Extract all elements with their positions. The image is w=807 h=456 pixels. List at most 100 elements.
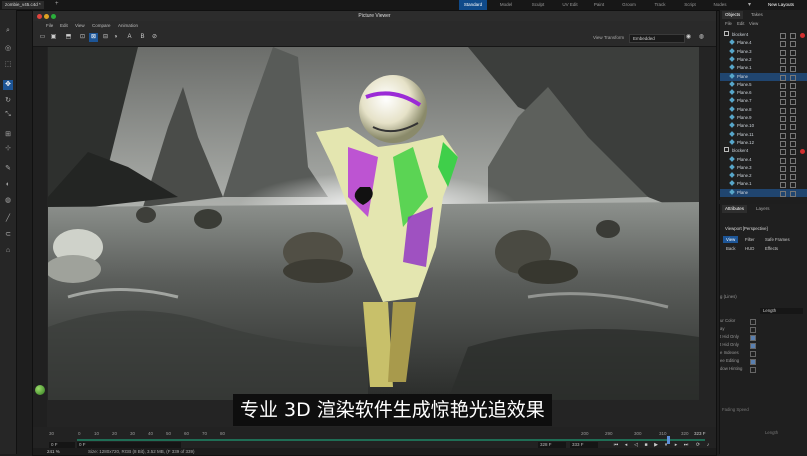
lock-icon[interactable]: ⌂	[3, 246, 13, 256]
object-row[interactable]: Plane.5	[720, 80, 807, 89]
tab-layers[interactable]: Layers	[753, 205, 773, 213]
visibility-toggle[interactable]	[780, 82, 786, 89]
enable-checkbox[interactable]	[790, 66, 796, 73]
visibility-toggle[interactable]	[780, 99, 786, 106]
timeline-track[interactable]	[77, 439, 705, 441]
layout-tab-track[interactable]: Track	[648, 0, 672, 10]
safe-frames-tab[interactable]: Safe Frames	[762, 236, 793, 243]
enable-checkbox[interactable]	[790, 99, 796, 106]
enable-checkbox[interactable]	[790, 165, 796, 172]
object-row[interactable]: Plane.4	[720, 39, 807, 48]
layout-tab-sculpt[interactable]: Sculpt	[526, 0, 550, 10]
enable-checkbox[interactable]	[790, 49, 796, 56]
timeline-start-field[interactable]: 30	[49, 431, 54, 436]
visibility-toggle[interactable]	[780, 157, 786, 164]
timeline-end-field[interactable]: 323 F	[694, 431, 706, 436]
object-row[interactable]: Plane.2	[720, 172, 807, 181]
visibility-toggle[interactable]	[780, 116, 786, 122]
object-row[interactable]: Plane.1	[720, 64, 807, 73]
rendered-image[interactable]	[48, 47, 699, 400]
object-row[interactable]: Plane.8	[720, 105, 807, 114]
zoom-region-icon[interactable]: ⊠	[89, 33, 98, 42]
visibility-toggle[interactable]	[780, 107, 786, 114]
object-row[interactable]: Plane.3	[720, 47, 807, 56]
enable-checkbox[interactable]	[790, 41, 796, 48]
material-icon[interactable]: ◍	[3, 196, 13, 206]
visibility-toggle[interactable]	[780, 182, 786, 189]
menu-file[interactable]: File	[46, 21, 53, 30]
enable-checkbox[interactable]	[790, 190, 796, 197]
document-tab[interactable]: zombie_v45.c4d *	[2, 1, 44, 9]
camera-icon[interactable]: ◉	[684, 33, 693, 42]
visibility-toggle[interactable]	[780, 132, 786, 139]
enable-checkbox[interactable]	[790, 107, 796, 114]
close-window-icon[interactable]	[37, 14, 42, 19]
tab-takes[interactable]: Takes	[748, 11, 766, 19]
visibility-toggle[interactable]	[780, 174, 786, 181]
menu-view[interactable]: View	[75, 21, 85, 30]
layout-tab-standard[interactable]: Standard	[459, 0, 487, 10]
visibility-toggle[interactable]	[780, 49, 786, 56]
transform-icon[interactable]: ⊞	[3, 130, 13, 140]
filter-tab[interactable]: Filter	[742, 236, 758, 243]
visibility-toggle[interactable]	[780, 41, 786, 48]
visibility-toggle[interactable]	[780, 190, 786, 197]
view-transform-select[interactable]: Embedded	[629, 34, 685, 43]
magnet-icon[interactable]: ⊂	[3, 230, 13, 240]
swap-icon[interactable]: ⊘	[150, 33, 159, 42]
paint-icon[interactable]: ◐	[3, 180, 13, 190]
channel-icon[interactable]: ⊟	[101, 33, 110, 42]
object-row[interactable]: Plane.6	[720, 89, 807, 98]
maximize-window-icon[interactable]	[51, 14, 56, 19]
enable-checkbox[interactable]	[790, 91, 796, 98]
knife-icon[interactable]: ╱	[3, 214, 13, 224]
object-row[interactable]: Plane.11	[720, 130, 807, 139]
open-folder-icon[interactable]: ▭	[38, 33, 47, 42]
fit-icon[interactable]: ⊡	[78, 33, 87, 42]
enable-checkbox[interactable]	[790, 149, 796, 156]
enable-checkbox[interactable]	[790, 132, 796, 139]
objects-menu-edit[interactable]: Edit	[737, 21, 744, 26]
objects-menu-view[interactable]: View	[749, 21, 758, 26]
layout-tab-paint[interactable]: Paint	[588, 0, 610, 10]
axis-icon[interactable]: ⊹	[3, 144, 13, 154]
object-row[interactable]: Plane.2	[720, 56, 807, 64]
tab-attributes[interactable]: Attributes	[722, 205, 748, 213]
visibility-toggle[interactable]	[780, 165, 786, 172]
new-layouts-button[interactable]: New Layouts	[759, 0, 803, 10]
view-tab[interactable]: View	[723, 236, 739, 243]
object-row[interactable]: Plane.3	[720, 163, 807, 172]
visibility-toggle[interactable]	[780, 91, 786, 98]
search-icon[interactable]: ⌕	[3, 26, 13, 36]
sphere-icon[interactable]: ◍	[697, 33, 706, 42]
back-tab[interactable]: Back	[723, 245, 739, 252]
object-row[interactable]: Plane.4	[720, 155, 807, 164]
enable-checkbox[interactable]	[790, 124, 796, 131]
save-icon[interactable]: ▣	[49, 33, 58, 42]
layout-chevron-icon[interactable]: ▾	[748, 1, 751, 8]
layout-tab-model[interactable]: Model	[494, 0, 518, 10]
hud-tab[interactable]: HUD	[742, 245, 757, 252]
visibility-toggle[interactable]	[780, 74, 786, 81]
object-row[interactable]: blocker4	[720, 31, 807, 39]
object-row[interactable]: Plane.12	[720, 139, 807, 147]
live-select-icon[interactable]: ◎	[3, 44, 13, 54]
visibility-toggle[interactable]	[780, 124, 786, 131]
enable-checkbox[interactable]	[790, 140, 796, 147]
rotate-icon[interactable]: ↻	[3, 96, 13, 106]
compare-b-button[interactable]: B	[138, 33, 147, 42]
effects-tab[interactable]: Effects	[762, 245, 781, 252]
minimize-window-icon[interactable]	[44, 14, 49, 19]
enable-checkbox[interactable]	[790, 33, 796, 39]
objects-menu-file[interactable]: File	[725, 21, 732, 26]
object-row[interactable]: blocker4	[720, 147, 807, 156]
tag-icon[interactable]	[800, 149, 805, 155]
enable-checkbox[interactable]	[790, 57, 796, 64]
object-row[interactable]: Plane.7	[720, 97, 807, 106]
add-tab-button[interactable]: +	[55, 1, 59, 7]
visibility-toggle[interactable]	[780, 140, 786, 147]
visibility-toggle[interactable]	[780, 57, 786, 64]
menu-edit[interactable]: Edit	[60, 21, 68, 30]
select-icon[interactable]: ⬚	[3, 60, 13, 70]
material-preview-icon[interactable]	[35, 385, 45, 395]
